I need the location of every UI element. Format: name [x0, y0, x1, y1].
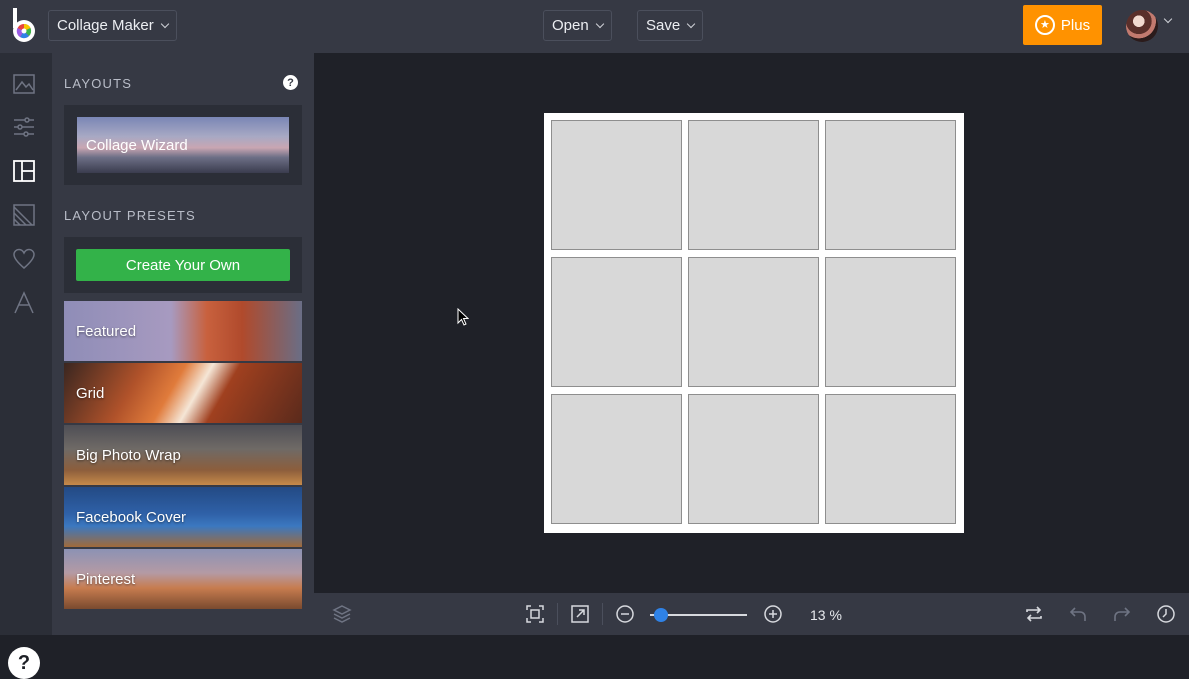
collage-cell[interactable] — [688, 257, 819, 387]
create-box: Create Your Own — [64, 237, 302, 293]
help-label: ? — [17, 651, 31, 674]
wizard-box: Collage Wizard — [64, 105, 302, 185]
preset-label: Grid — [76, 385, 105, 402]
redo-icon[interactable] — [1112, 604, 1132, 624]
open-dropdown[interactable]: Open — [543, 10, 612, 41]
divider — [557, 603, 558, 625]
fit-to-screen-icon[interactable] — [525, 604, 545, 624]
history-icon[interactable] — [1156, 604, 1176, 624]
chevron-down-icon — [595, 19, 604, 28]
top-bar: Collage Maker Open Save ★ Plus — [0, 0, 1189, 53]
avatar[interactable] — [1126, 10, 1158, 42]
preset-label: Big Photo Wrap — [76, 447, 181, 464]
save-dropdown[interactable]: Save — [637, 10, 704, 41]
swap-icon[interactable] — [1024, 604, 1044, 624]
question-icon[interactable]: ? — [283, 75, 298, 90]
layers-icon[interactable] — [332, 604, 352, 624]
help-button[interactable]: ? — [8, 647, 40, 679]
zoom-in-icon[interactable] — [763, 604, 783, 624]
app-menu-dropdown[interactable]: Collage Maker — [48, 10, 177, 41]
layouts-panel: LAYOUTS ? Collage Wizard LAYOUT PRESETS … — [52, 53, 314, 635]
image-icon[interactable] — [12, 72, 36, 96]
chevron-down-icon — [160, 19, 169, 28]
app-menu-label: Collage Maker — [57, 17, 154, 34]
undo-icon[interactable] — [1068, 604, 1088, 624]
layout-presets-title: LAYOUT PRESETS — [64, 208, 196, 223]
collage-canvas[interactable] — [544, 113, 964, 533]
collage-wizard-button[interactable]: Collage Wizard — [77, 117, 289, 173]
collage-cell[interactable] — [551, 257, 682, 387]
sliders-icon[interactable] — [12, 115, 36, 139]
collage-cell[interactable] — [551, 120, 682, 250]
text-icon[interactable] — [12, 291, 36, 315]
mouse-pointer-icon — [457, 308, 469, 326]
open-label: Open — [552, 17, 589, 34]
chevron-down-icon[interactable] — [1163, 14, 1173, 24]
plus-upgrade-button[interactable]: ★ Plus — [1023, 5, 1102, 45]
preset-grid[interactable]: Grid — [64, 363, 302, 423]
heart-icon[interactable] — [12, 247, 36, 271]
preset-label: Pinterest — [76, 571, 136, 588]
preset-label: Featured — [76, 323, 137, 340]
zoom-out-icon[interactable] — [615, 604, 635, 624]
collage-wizard-label: Collage Wizard — [86, 137, 188, 154]
tool-sidebar: ? — [0, 53, 52, 679]
divider — [602, 603, 603, 625]
expand-icon[interactable] — [570, 604, 590, 624]
collage-cell[interactable] — [688, 120, 819, 250]
layout-icon[interactable] — [12, 159, 36, 183]
texture-icon[interactable] — [12, 203, 36, 227]
collage-cell[interactable] — [825, 394, 956, 524]
star-badge-icon: ★ — [1034, 15, 1055, 35]
layouts-title: LAYOUTS — [64, 76, 133, 91]
befunky-logo-icon[interactable] — [10, 8, 38, 44]
bottom-bar — [314, 593, 1189, 635]
collage-cell[interactable] — [688, 394, 819, 524]
chevron-down-icon — [686, 19, 696, 28]
preset-pinterest[interactable]: Pinterest — [64, 549, 302, 609]
create-your-own-button[interactable]: Create Your Own — [76, 249, 290, 281]
preset-featured[interactable]: Featured — [64, 301, 302, 361]
zoom-level: 13 % — [810, 607, 842, 623]
preset-label: Facebook Cover — [76, 509, 187, 526]
plus-label: Plus — [1060, 16, 1091, 34]
save-label: Save — [646, 17, 681, 34]
collage-cell[interactable] — [825, 257, 956, 387]
create-your-own-label: Create Your Own — [125, 256, 241, 274]
collage-cell[interactable] — [551, 394, 682, 524]
collage-cell[interactable] — [825, 120, 956, 250]
preset-big-photo-wrap[interactable]: Big Photo Wrap — [64, 425, 302, 485]
preset-facebook-cover[interactable]: Facebook Cover — [64, 487, 302, 547]
